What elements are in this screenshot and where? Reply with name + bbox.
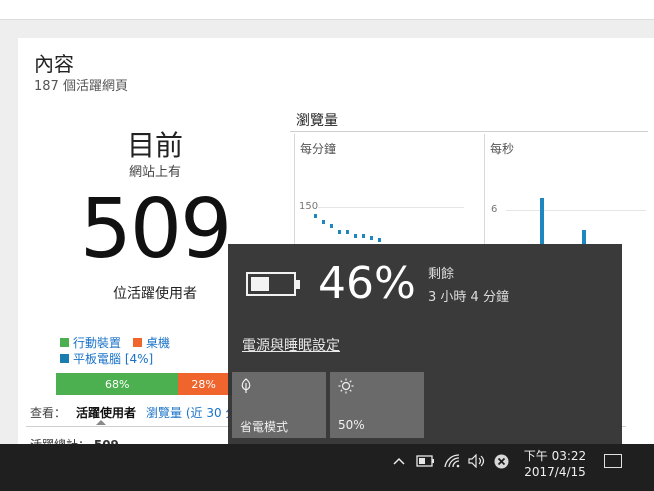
second-bar — [582, 230, 586, 244]
tab-pageviews[interactable]: 瀏覽量 (近 30 分 — [146, 404, 237, 421]
battery-fill — [251, 277, 269, 291]
on-site-label: 網站上有 — [128, 165, 181, 180]
device-share-bar: 68% 28% — [56, 373, 236, 395]
battery-nub — [296, 280, 300, 289]
close-icon[interactable] — [494, 454, 509, 473]
tab-active-users[interactable]: 活躍使用者 — [76, 404, 136, 421]
desktop-swatch — [133, 337, 143, 347]
pageviews-divider — [290, 131, 648, 132]
window-top-bar — [0, 0, 654, 20]
per-minute-label: 每分鐘 — [300, 142, 337, 156]
power-sleep-settings-link[interactable]: 電源與睡眠設定 — [242, 335, 340, 355]
clock-time[interactable]: 下午 03:22 — [520, 447, 590, 464]
content-title: 內容 — [34, 52, 74, 76]
per-minute-panel — [294, 134, 295, 244]
minute-bar — [370, 236, 373, 240]
active-users-label: 位活躍使用者 — [113, 286, 197, 302]
legend-mobile: 行動裝置 — [60, 334, 121, 351]
brightness-label: 50% — [338, 418, 365, 432]
battery-percentage: 46% — [318, 258, 416, 309]
active-pages-count: 187 個活躍網頁 — [34, 79, 128, 94]
remaining-time: 3 小時 4 分鐘 — [428, 290, 509, 305]
view-label: 查看： — [30, 406, 67, 420]
clock-date[interactable]: 2017/4/15 — [520, 465, 590, 479]
desktop-share-segment: 28% — [178, 373, 229, 395]
volume-icon[interactable] — [468, 453, 486, 472]
pageviews-title: 瀏覽量 — [296, 113, 338, 129]
now-label: 目前 — [126, 129, 183, 162]
minute-bar — [330, 224, 333, 228]
per-second-bars — [540, 198, 586, 244]
legend-tablet-label: 平板電腦 [4%] — [73, 351, 154, 366]
minute-bar — [322, 220, 325, 224]
wifi-icon[interactable] — [443, 453, 461, 473]
remaining-label: 剩餘 — [428, 267, 455, 282]
per-second-tick: 6 — [491, 204, 498, 215]
minute-bar — [346, 230, 349, 234]
per-second-panel — [484, 134, 485, 244]
mobile-swatch — [60, 337, 69, 347]
legend-tablet: 平板電腦 [4%] — [60, 350, 153, 367]
legend-desktop: 桌機 — [133, 334, 170, 351]
view-selector: 查看： 活躍使用者 瀏覽量 (近 30 分 — [30, 404, 247, 421]
battery-icon[interactable] — [416, 455, 436, 471]
minute-bar — [378, 238, 381, 242]
device-legend: 行動裝置 桌機 平板電腦 [4%] — [60, 334, 182, 366]
second-bar — [540, 198, 544, 244]
battery-saver-label: 省電模式 — [240, 420, 289, 434]
battery-saver-tile[interactable]: 省電模式 — [232, 372, 326, 438]
tablet-swatch — [60, 353, 69, 363]
battery-level-icon — [246, 272, 296, 296]
active-tab-caret — [96, 420, 106, 425]
chevron-up-icon[interactable] — [393, 455, 405, 470]
minute-bar — [314, 214, 317, 218]
notification-icon[interactable] — [604, 454, 622, 468]
brightness-tile[interactable]: 50% — [330, 372, 424, 438]
legend-desktop-label: 桌機 — [146, 335, 171, 350]
mobile-share-segment: 68% — [56, 373, 179, 395]
minute-bar — [354, 234, 357, 238]
legend-mobile-label: 行動裝置 — [73, 335, 122, 350]
active-user-count: 509 — [79, 182, 233, 277]
leaf-icon — [240, 378, 252, 398]
per-minute-bars — [314, 214, 381, 242]
per-second-label: 每秒 — [490, 142, 515, 156]
brightness-icon — [338, 378, 354, 398]
per-minute-gridline — [318, 207, 464, 208]
minute-bar — [338, 230, 341, 234]
minute-bar — [362, 234, 365, 238]
